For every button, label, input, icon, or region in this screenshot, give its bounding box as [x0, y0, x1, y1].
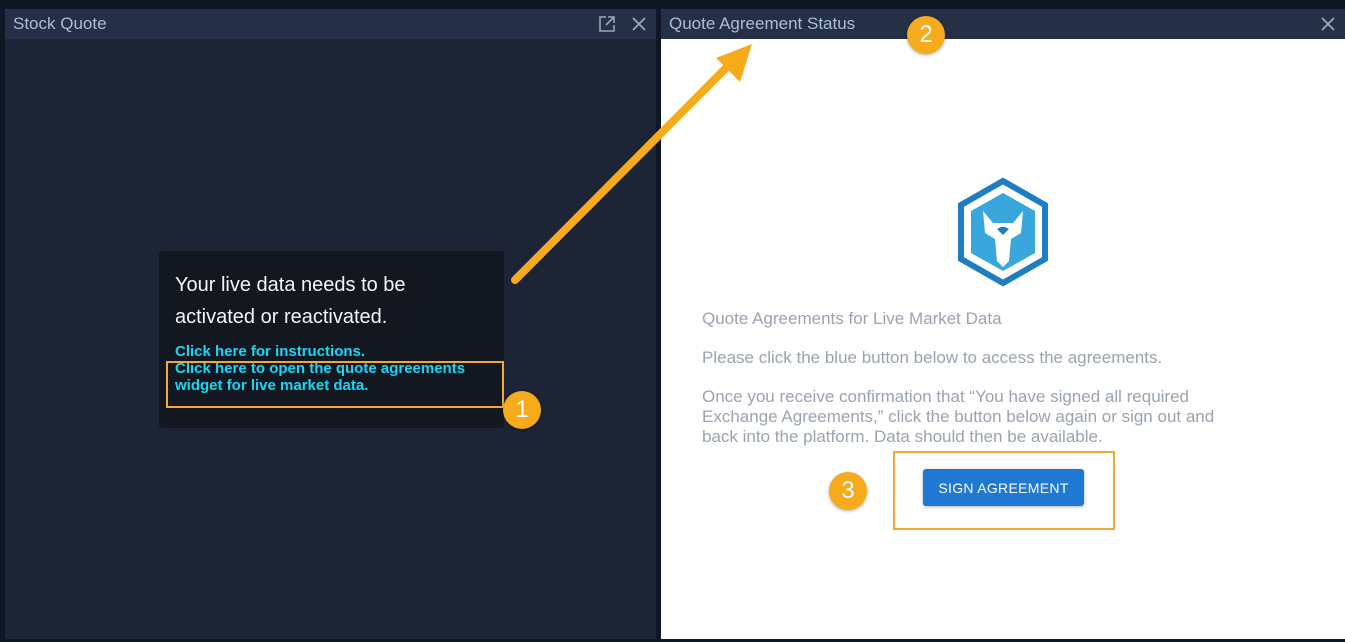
panel-title: Quote Agreement Status [669, 14, 856, 33]
headline-line-1: Your live data needs to be [175, 274, 406, 296]
badge-3: 3 [829, 472, 867, 510]
confirmation-line-3: back into the platform. Data should then… [702, 427, 1103, 446]
highlight-box-3 [893, 451, 1115, 530]
close-icon[interactable] [1319, 15, 1337, 33]
popup-headline: Your live data needs to be activated or … [175, 269, 488, 333]
highlight-box-1 [166, 361, 504, 408]
agreement-content: Quote Agreements for Live Market Data Pl… [702, 309, 1302, 466]
confirmation-line-2: Exchange Agreements,” click the button b… [702, 407, 1215, 426]
badge-2: 2 [907, 16, 945, 54]
agreement-heading: Quote Agreements for Live Market Data [702, 309, 1002, 328]
quote-agreement-panel: Quote Agreement Status Quote Agreements … [661, 9, 1345, 639]
quote-agreement-titlebar: Quote Agreement Status [661, 9, 1345, 39]
instructions-link[interactable]: Click here for instructions. [175, 343, 488, 360]
stock-quote-titlebar: Stock Quote [5, 9, 656, 39]
agreement-instruction: Please click the blue button below to ac… [702, 348, 1163, 367]
popout-icon[interactable] [598, 15, 616, 33]
shield-helmet-logo-icon [958, 177, 1048, 287]
close-icon[interactable] [630, 15, 648, 33]
confirmation-line-1: Once you receive confirmation that “You … [702, 387, 1189, 406]
badge-1: 1 [503, 391, 541, 429]
panel-title: Stock Quote [13, 14, 107, 33]
headline-line-2: activated or reactivated. [175, 306, 388, 328]
agreement-confirmation: Once you receive confirmation that “You … [702, 387, 1302, 447]
